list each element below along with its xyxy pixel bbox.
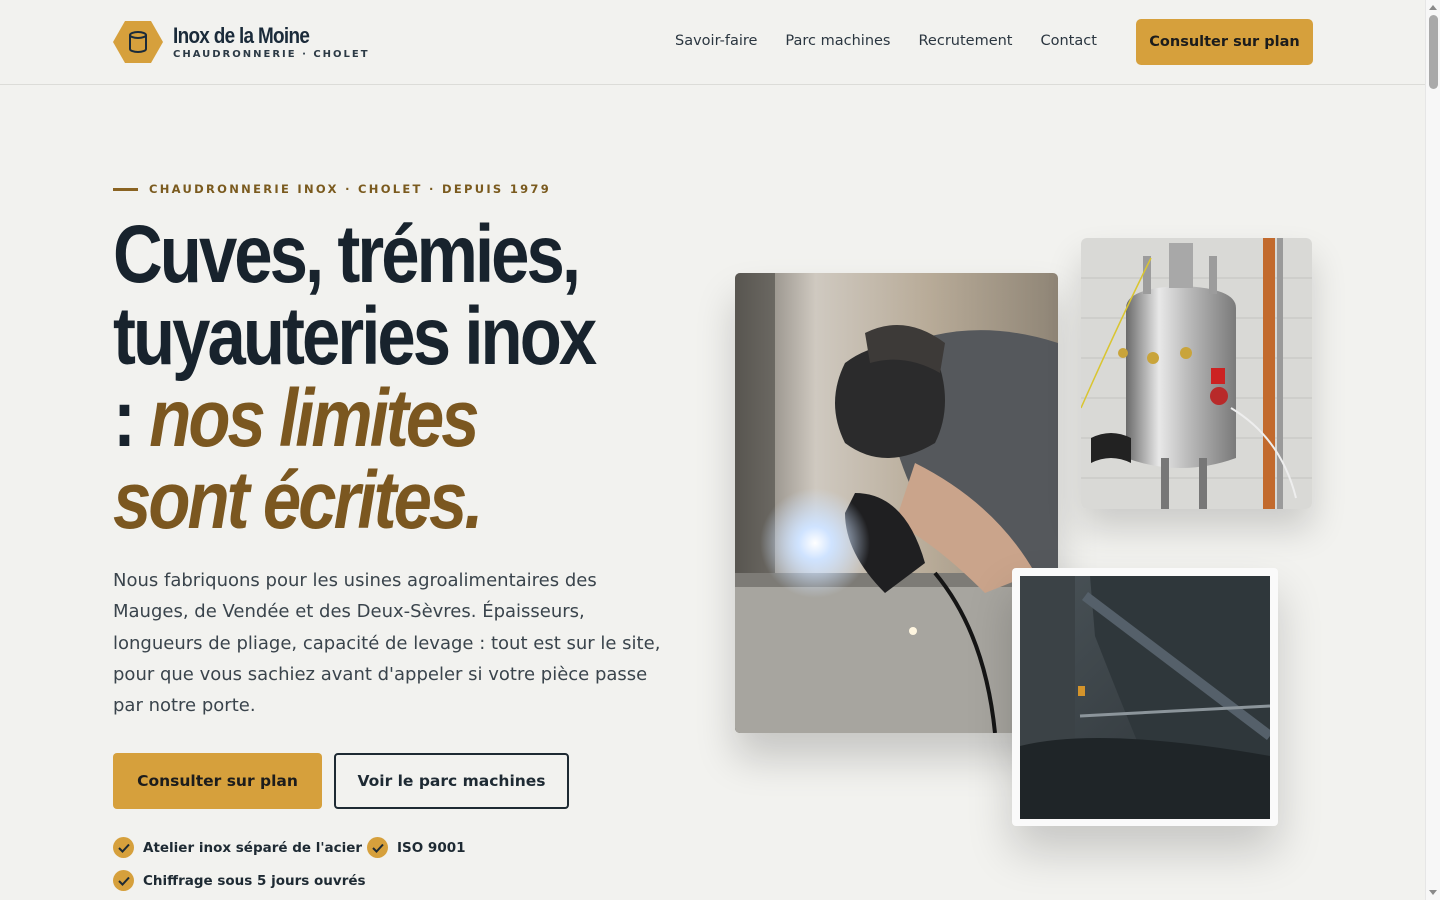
site-header: Inox de la Moine CHAUDRONNERIE · CHOLET … — [0, 0, 1425, 85]
scroll-down-arrow-icon[interactable] — [1429, 890, 1437, 895]
badge-label: Chiffrage sous 5 jours ouvrés — [143, 872, 366, 889]
press-brake-photo — [1020, 576, 1270, 819]
nav-parc-machines[interactable]: Parc machines — [785, 33, 890, 49]
scroll-thumb[interactable] — [1429, 15, 1438, 89]
eyebrow-rule — [113, 187, 138, 191]
hero-intro: Nous fabriquons pour les usines agroalim… — [113, 570, 661, 717]
hero-eyebrow: CHAUDRONNERIE INOX · CHOLET · DEPUIS 197… — [113, 182, 551, 196]
logo-text: Inox de la Moine CHAUDRONNERIE · CHOLET — [173, 23, 370, 61]
headline-colon: : — [113, 373, 150, 464]
check-icon — [113, 870, 134, 891]
headline-line-3: : nos limites — [113, 378, 617, 460]
headline-accent-2: sont écrites. — [113, 455, 484, 546]
nav-savoir-faire[interactable]: Savoir-faire — [675, 33, 757, 49]
scroll-up-arrow-icon[interactable] — [1429, 5, 1437, 10]
badge-atelier: Atelier inox séparé de l'acier — [113, 837, 362, 858]
barrel-icon — [113, 20, 163, 64]
nav-recrutement[interactable]: Recrutement — [919, 33, 1013, 49]
welder-photo — [735, 273, 1058, 733]
consult-plan-button[interactable]: Consulter sur plan — [113, 753, 322, 809]
nav-contact[interactable]: Contact — [1041, 33, 1097, 49]
logo-link[interactable]: Inox de la Moine CHAUDRONNERIE · CHOLET — [113, 20, 370, 64]
main-nav: Savoir-faire Parc machines Recrutement C… — [675, 33, 1125, 49]
brand-name: Inox de la Moine — [173, 23, 310, 48]
machines-button[interactable]: Voir le parc machines — [334, 753, 569, 809]
hero-headline: Cuves, trémies, tuyauteries inox : nos l… — [113, 214, 713, 542]
eyebrow-text: CHAUDRONNERIE INOX · CHOLET · DEPUIS 197… — [149, 182, 552, 196]
check-icon — [367, 837, 388, 858]
badge-chiffrage: Chiffrage sous 5 jours ouvrés — [113, 870, 366, 891]
headline-line-2: tuyauteries inox — [113, 291, 597, 382]
header-cta-button[interactable]: Consulter sur plan — [1136, 19, 1313, 65]
check-icon — [113, 837, 134, 858]
page-scrollbar[interactable] — [1425, 0, 1440, 900]
brand-tagline: CHAUDRONNERIE · CHOLET — [173, 49, 370, 60]
badge-label: Atelier inox séparé de l'acier — [143, 839, 363, 856]
stainless-tank-photo — [1081, 238, 1312, 509]
headline-line-1: Cuves, trémies, — [113, 209, 581, 300]
headline-accent-1: nos limites — [149, 373, 479, 464]
badge-iso: ISO 9001 — [367, 837, 466, 858]
badge-label: ISO 9001 — [397, 839, 466, 856]
